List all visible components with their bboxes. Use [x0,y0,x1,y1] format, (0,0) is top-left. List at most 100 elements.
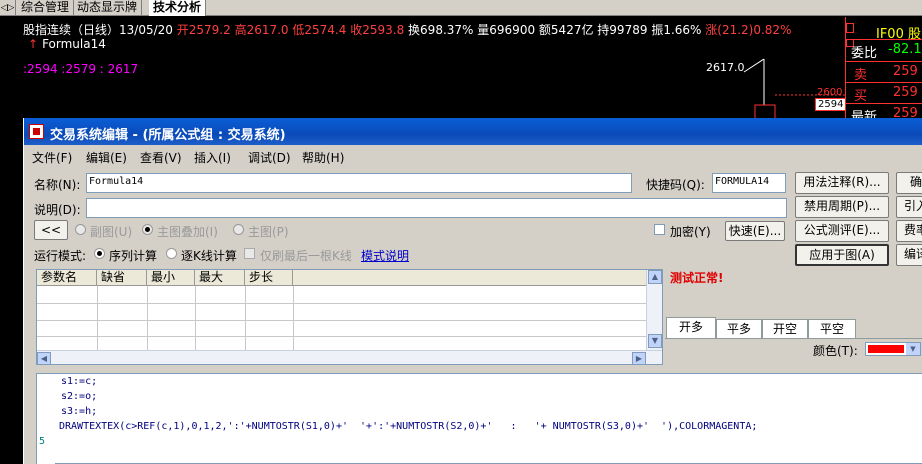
formula-indicator-label: ↑ Formula14 [28,37,106,51]
menu-debug[interactable]: 调试(D) [248,149,291,166]
code-line: s2:=o; [61,391,98,402]
tab-open-long[interactable]: 开多 [666,317,716,338]
menu-insert[interactable]: 插入(I) [194,149,231,166]
description-label: 说明(D): [34,203,81,217]
quote-value: 259 [893,85,918,100]
quick-button[interactable]: 快速(E)... [725,221,785,241]
import-button[interactable]: 引入 [896,196,922,218]
scroll-left-icon[interactable]: ◀ [37,352,51,364]
color-select[interactable]: ▼ [865,342,921,356]
disable-period-button[interactable]: 禁用周期(P)... [795,196,889,218]
mode-kline-radio[interactable] [166,248,177,259]
tab-close-short[interactable]: 平空 [808,319,856,338]
open-price: 开2579.2 [176,23,231,37]
param-col-min: 最小 [147,270,195,286]
mode-help-link[interactable]: 模式说明 [361,247,409,264]
collapse-button[interactable]: << [34,220,68,240]
panel-toggle-icon[interactable] [846,23,854,33]
table-row [37,303,647,304]
turnover-rate: 换698.37% [408,23,474,37]
high-price: 高2617.0 [234,23,289,37]
main-chart-label: 主图(P) [248,225,289,239]
main-overlay-label: 主图叠加(I) [157,225,218,239]
high-price-marker: 2617.0 [706,61,745,74]
tab-technical-analysis[interactable]: 技术分析 [149,0,207,16]
line-number: 5 [39,436,46,447]
change: 涨(21.2)0.82% [705,23,792,37]
main-chart-radio[interactable] [233,224,244,235]
kline-chart[interactable]: 股指连续（日线）13/05/20 开2579.2 高2617.0 低2574.4… [0,17,847,120]
app-icon [29,124,44,139]
name-label: 名称(N): [34,178,81,192]
amplitude: 振1.66% [651,23,702,37]
encrypt-checkbox[interactable] [654,224,665,235]
scroll-right-icon[interactable]: ▶ [632,352,646,364]
name-input[interactable]: Formula14 [86,173,632,193]
menu-view[interactable]: 查看(V) [140,149,182,166]
dialog-title: 交易系统编辑 - (所属公式组 : 交易系统) [50,128,286,143]
param-vertical-scrollbar[interactable]: ▲ ▼ [646,270,662,350]
param-col-default: 缺省 [97,270,147,286]
current-price-tag: 2594 [815,98,847,111]
tab-scroll-arrows[interactable]: ◁▷ [0,0,16,16]
view-tab-strip: ◁▷ 综合管理 动态显示牌 技术分析 [0,0,922,16]
scroll-up-icon[interactable]: ▲ [648,270,662,284]
open-interest: 持99789 [597,23,648,37]
chevron-down-icon[interactable]: ▼ [906,343,920,355]
quote-key: 委比 [851,46,878,61]
drawtext-levels: :2594 :2579 : 2617 [23,62,139,76]
usage-notes-button[interactable]: 用法注释(R)... [795,172,889,194]
table-row [37,336,647,337]
dialog-titlebar[interactable]: 交易系统编辑 - (所属公式组 : 交易系统) [24,118,922,145]
sub-chart-radio[interactable] [75,224,86,235]
formula-code-editor[interactable]: s1:=c; s2:=o; s3:=h; DRAWTEXTEX(c>REF(c,… [36,373,922,464]
low-price: 低2574.4 [292,23,347,37]
sub-chart-label: 副图(U) [90,225,133,239]
encrypt-label: 加密(Y) [670,225,711,239]
menu-edit[interactable]: 编辑(E) [86,149,127,166]
code-line: s3:=h; [61,406,98,417]
main-overlay-radio[interactable] [142,224,153,235]
trading-system-editor-dialog: 交易系统编辑 - (所属公式组 : 交易系统) 文件(F) 编辑(E) 查看(V… [23,118,922,464]
tab-comprehensive-mgmt[interactable]: 综合管理 [17,0,75,16]
parameter-table[interactable]: 参数名 缺省 最小 最大 步长 ▲ ▼ ◀ ▶ [36,269,663,365]
chart-info-line: 股指连续（日线）13/05/20 开2579.2 高2617.0 低2574.4… [23,21,791,38]
tab-dynamic-board[interactable]: 动态显示牌 [73,0,143,16]
amount: 额5427亿 [538,23,594,37]
confirm-button[interactable]: 确 [896,172,922,194]
scroll-down-icon[interactable]: ▼ [648,334,662,348]
color-swatch [868,345,904,353]
shortcut-input[interactable]: FORMULA14 [712,173,786,193]
mode-sequence-radio[interactable] [94,248,105,259]
formula-name-text: Formula14 [42,37,106,51]
code-line: DRAWTEXTEX(c>REF(c,1),0,1,2,':'+NUMTOSTR… [59,421,758,432]
param-col-name: 参数名 [37,270,97,286]
color-label: 颜色(T): [813,344,858,358]
run-mode-label: 运行模式: [34,249,87,263]
formula-test-button[interactable]: 公式测评(E)... [795,220,889,242]
table-row [37,320,647,321]
tab-close-long[interactable]: 平多 [716,319,762,338]
mode-kline-label: 逐K线计算 [181,249,237,263]
tab-open-short[interactable]: 开空 [762,319,808,338]
axis-label-2600: 2600 [817,87,843,98]
fee-rate-button[interactable]: 费率 [896,220,922,242]
last-bar-only-checkbox[interactable] [244,248,255,259]
menu-file[interactable]: 文件(F) [32,149,72,166]
apply-to-chart-button[interactable]: 应用于图(A) [795,244,889,266]
compile-button[interactable]: 编译 [896,244,922,266]
quote-value: -82.18 [888,42,922,57]
quote-key: 买 [854,89,868,104]
shortcut-label: 快捷码(Q): [646,178,705,192]
volume: 量696900 [477,23,536,37]
up-arrow-icon: ↑ [28,37,39,51]
parameter-table-header: 参数名 缺省 最小 最大 步长 [37,270,647,286]
quote-value: 259 [893,64,918,79]
mode-sequence-label: 序列计算 [109,249,158,263]
description-input[interactable] [86,198,787,218]
test-result-message: 测试正常! [670,271,724,285]
menu-help[interactable]: 帮助(H) [302,149,344,166]
close-price: 收2593.8 [350,23,405,37]
param-col-step: 步长 [245,270,293,286]
param-horizontal-scrollbar[interactable]: ◀ ▶ [37,350,662,364]
